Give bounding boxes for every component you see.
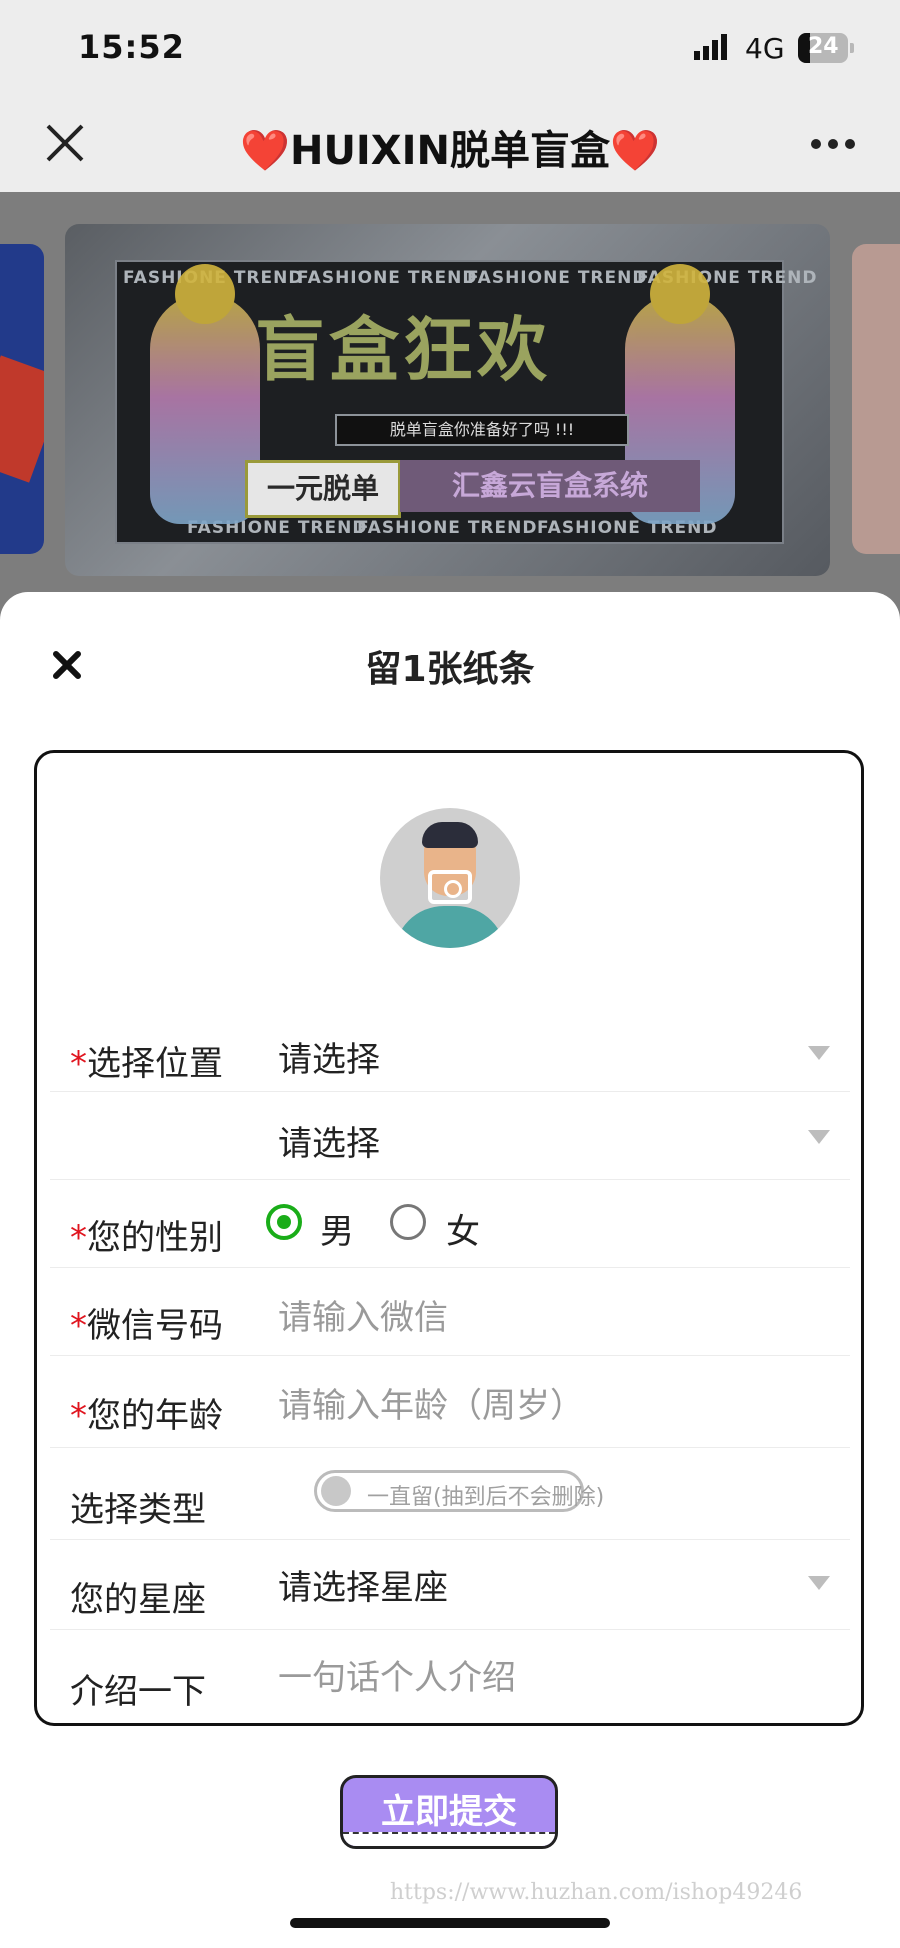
banner-cta-left: 一元脱单 [245,460,401,518]
province-select[interactable]: 请选择 [278,1032,380,1081]
nav-bar: ❤️HUIXIN脱单盲盒❤️ [0,96,900,192]
city-select[interactable]: 请选择 [278,1116,380,1165]
submit-button[interactable]: 立即提交 [340,1775,558,1849]
zodiac-label: 您的星座 [70,1580,206,1620]
toggle-text: 一直留(抽到后不会删除) [367,1485,605,1510]
form-row-location: *选择位置 请选择 [50,1012,850,1092]
keep-forever-toggle[interactable]: 一直留(抽到后不会删除) [314,1470,604,1512]
age-label: *您的年龄 [70,1396,223,1436]
form-row-gender: *您的性别 男 女 [50,1180,850,1268]
avatar-hair [422,822,478,848]
home-indicator[interactable] [290,1918,610,1928]
heart-icon: ❤️ [610,128,660,174]
cellular-signal-icon [694,34,727,60]
zodiac-select[interactable]: 请选择星座 [278,1560,448,1609]
page-title: ❤️HUIXIN脱单盲盒❤️ [0,118,900,176]
banner-figure-left [150,264,260,524]
banner-next-slide[interactable] [852,244,900,554]
status-bar: 15:52 4G 24 [0,0,900,96]
wechat-label: *微信号码 [70,1306,223,1346]
gender-label: *您的性别 [70,1218,223,1258]
radio-male-label[interactable]: 男 [320,1204,354,1253]
banner-cta-right: 汇鑫云盲盒系统 [400,460,700,512]
radio-female-label[interactable]: 女 [446,1204,480,1253]
avatar-upload[interactable] [380,808,520,948]
banner-subtitle: 脱单盲盒你准备好了吗 !!! [335,414,629,446]
form-row-location-city: 请选择 [50,1092,850,1180]
status-time: 15:52 [78,28,185,66]
wechat-input[interactable]: 请输入微信 [278,1290,448,1339]
chevron-down-icon[interactable] [808,1046,830,1060]
network-type: 4G [745,32,785,65]
age-input[interactable]: 请输入年龄（周岁） [278,1378,584,1427]
type-label: 选择类型 [70,1490,206,1530]
form-row-type: 选择类型 一直留(抽到后不会删除) [50,1448,850,1540]
more-icon[interactable] [808,134,858,154]
banner-trend-text: FASHIONE TREND [467,268,648,288]
form-row-zodiac: 您的星座 请选择星座 [50,1540,850,1630]
avatar-body [394,906,506,948]
form-row-age: *您的年龄 请输入年龄（周岁） [50,1356,850,1448]
sheet-title: 留1张纸条 [365,649,535,690]
page-title-text: HUIXIN脱单盲盒 [289,128,611,174]
chevron-down-icon[interactable] [808,1576,830,1590]
battery-icon: 24 [798,33,854,63]
form-row-intro: 介绍一下 一句话个人介绍 [50,1630,850,1720]
submit-label: 立即提交 [381,1792,517,1832]
battery-level: 24 [808,34,839,59]
heart-icon: ❤️ [240,128,290,174]
location-label: *选择位置 [70,1044,223,1084]
banner-headline: 盲盒狂欢 [255,309,551,391]
watermark: https://www.huzhan.com/ishop49246 [390,1880,803,1905]
banner-prev-slide[interactable] [0,244,44,554]
chevron-down-icon[interactable] [808,1130,830,1144]
toggle-knob [321,1476,351,1506]
banner-trend-text: FASHIONE TREND [357,518,538,538]
radio-female[interactable] [390,1204,426,1240]
intro-input[interactable]: 一句话个人介绍 [278,1650,516,1699]
intro-label: 介绍一下 [70,1672,206,1712]
radio-male[interactable] [266,1204,302,1240]
banner-trend-text: FASHIONE TREND [297,268,478,288]
camera-icon [428,870,472,904]
promo-banner[interactable]: FASHIONE TREND FASHIONE TREND FASHIONE T… [65,224,830,576]
form-row-wechat: *微信号码 请输入微信 [50,1268,850,1356]
